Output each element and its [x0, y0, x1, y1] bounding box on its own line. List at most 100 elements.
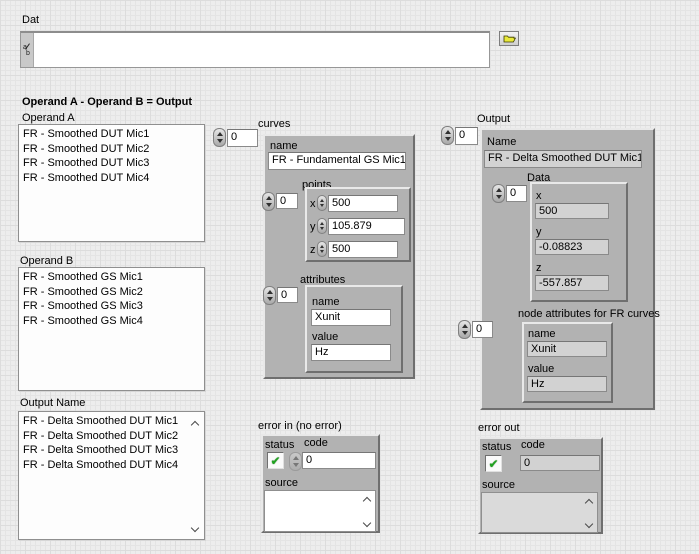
point-x-label: x: [310, 198, 316, 210]
decrement-icon[interactable]: [320, 204, 324, 207]
list-item[interactable]: FR - Delta Smoothed DUT Mic2: [23, 429, 204, 444]
operand-a-listbox[interactable]: FR - Smoothed DUT Mic1 FR - Smoothed DUT…: [18, 124, 205, 242]
increment-icon[interactable]: [320, 199, 324, 202]
attribute-name-field[interactable]: Xunit: [311, 309, 391, 326]
scroll-up-icon[interactable]: [585, 497, 594, 505]
path-control-label: Dat: [22, 14, 39, 26]
curves-index-spinner[interactable]: [213, 128, 226, 147]
curves-index-field[interactable]: 0: [227, 129, 258, 147]
error-out-label: error out: [478, 422, 520, 434]
decrement-icon[interactable]: [217, 139, 223, 143]
data-index-field[interactable]: 0: [506, 185, 527, 202]
output-curve-name-field: FR - Delta Smoothed DUT Mic1: [484, 150, 642, 168]
node-attributes-label: node attributes for FR curves: [518, 308, 660, 320]
data-x-label: x: [536, 190, 542, 202]
scroll-down-icon[interactable]: [585, 520, 594, 528]
decrement-icon[interactable]: [320, 250, 324, 253]
output-index-field[interactable]: 0: [455, 127, 478, 145]
node-attribute-value-label: value: [528, 363, 554, 375]
node-attribute-name-field: Xunit: [527, 341, 607, 357]
decrement-icon[interactable]: [267, 297, 273, 301]
node-attributes-index-spinner[interactable]: [458, 320, 471, 339]
list-item[interactable]: FR - Smoothed DUT Mic1: [23, 127, 204, 142]
node-attributes-index-field[interactable]: 0: [472, 321, 493, 338]
list-item[interactable]: FR - Delta Smoothed DUT Mic3: [23, 443, 204, 458]
data-index-spinner[interactable]: [492, 184, 505, 203]
data-x-field: 500: [535, 203, 609, 219]
output-name-listbox[interactable]: FR - Delta Smoothed DUT Mic1 FR - Delta …: [18, 411, 205, 540]
attribute-value-label: value: [312, 331, 338, 343]
increment-icon[interactable]: [445, 130, 451, 134]
increment-icon[interactable]: [267, 290, 273, 294]
path-symbol-icon: ab: [22, 44, 32, 58]
folder-open-icon: [503, 34, 516, 43]
increment-icon[interactable]: [462, 324, 468, 328]
path-input[interactable]: ab: [20, 31, 490, 68]
decrement-icon[interactable]: [266, 203, 272, 207]
list-item[interactable]: FR - Delta Smoothed DUT Mic1: [23, 414, 204, 429]
point-z-field[interactable]: 500: [328, 241, 398, 258]
points-index-field[interactable]: 0: [276, 193, 298, 209]
error-in-status-label: status: [265, 439, 294, 451]
increment-icon[interactable]: [320, 222, 324, 225]
error-out-code-field: 0: [520, 455, 600, 471]
increment-icon[interactable]: [266, 196, 272, 200]
increment-icon[interactable]: [293, 456, 299, 460]
decrement-icon[interactable]: [293, 463, 299, 467]
list-item[interactable]: FR - Smoothed GS Mic2: [23, 285, 204, 300]
list-item[interactable]: FR - Smoothed GS Mic4: [23, 314, 204, 329]
list-item[interactable]: FR - Smoothed DUT Mic4: [23, 171, 204, 186]
path-type-strip: ab: [21, 33, 34, 67]
operand-b-listbox[interactable]: FR - Smoothed GS Mic1 FR - Smoothed GS M…: [18, 267, 205, 391]
browse-button[interactable]: [499, 31, 519, 46]
error-out-code-label: code: [521, 439, 545, 451]
list-item[interactable]: FR - Delta Smoothed DUT Mic4: [23, 458, 204, 473]
scroll-down-icon[interactable]: [363, 519, 372, 527]
point-y-label: y: [310, 221, 316, 233]
scroll-up-icon[interactable]: [191, 419, 200, 427]
error-in-status-button[interactable]: ✔: [267, 452, 284, 469]
point-x-field[interactable]: 500: [328, 195, 398, 212]
increment-icon[interactable]: [320, 245, 324, 248]
list-item[interactable]: FR - Smoothed GS Mic1: [23, 270, 204, 285]
y-spinner[interactable]: [317, 218, 327, 234]
points-index-spinner[interactable]: [262, 192, 275, 211]
error-out-source-label: source: [482, 479, 515, 491]
node-attribute-value-field: Hz: [527, 376, 607, 392]
data-z-label: z: [536, 262, 542, 274]
point-y-field[interactable]: 105.879: [328, 218, 405, 235]
data-y-label: y: [536, 226, 542, 238]
error-in-code-spinner[interactable]: [289, 452, 302, 471]
list-item[interactable]: FR - Smoothed DUT Mic2: [23, 142, 204, 157]
error-in-source-field[interactable]: [264, 490, 376, 532]
curve-name-field[interactable]: FR - Fundamental GS Mic1: [268, 152, 406, 170]
decrement-icon[interactable]: [496, 195, 502, 199]
attribute-value-field[interactable]: Hz: [311, 344, 391, 361]
x-spinner[interactable]: [317, 195, 327, 211]
list-item[interactable]: FR - Smoothed DUT Mic3: [23, 156, 204, 171]
increment-icon[interactable]: [496, 188, 502, 192]
attributes-index-field[interactable]: 0: [277, 287, 298, 303]
increment-icon[interactable]: [217, 132, 223, 136]
operand-b-label: Operand B: [20, 255, 73, 267]
z-spinner[interactable]: [317, 241, 327, 257]
error-in-code-field[interactable]: 0: [302, 452, 376, 469]
scroll-up-icon[interactable]: [363, 495, 372, 503]
attributes-index-spinner[interactable]: [263, 286, 276, 305]
error-out-status-indicator: ✔: [485, 455, 502, 472]
decrement-icon[interactable]: [445, 137, 451, 141]
operand-a-label: Operand A: [22, 112, 75, 124]
checkmark-icon: ✔: [488, 458, 498, 470]
heading: Operand A - Operand B = Output: [22, 96, 192, 108]
scroll-down-icon[interactable]: [191, 524, 200, 532]
checkmark-icon: ✔: [270, 455, 280, 467]
decrement-icon[interactable]: [320, 227, 324, 230]
decrement-icon[interactable]: [462, 331, 468, 335]
output-index-spinner[interactable]: [441, 126, 454, 145]
output-name-label: Output Name: [20, 397, 85, 409]
list-item[interactable]: FR - Smoothed GS Mic3: [23, 299, 204, 314]
curve-name-label: name: [270, 140, 298, 152]
error-out-source-field: [481, 492, 598, 533]
error-in-label: error in (no error): [258, 420, 342, 432]
output-name-field-label: Name: [487, 136, 516, 148]
